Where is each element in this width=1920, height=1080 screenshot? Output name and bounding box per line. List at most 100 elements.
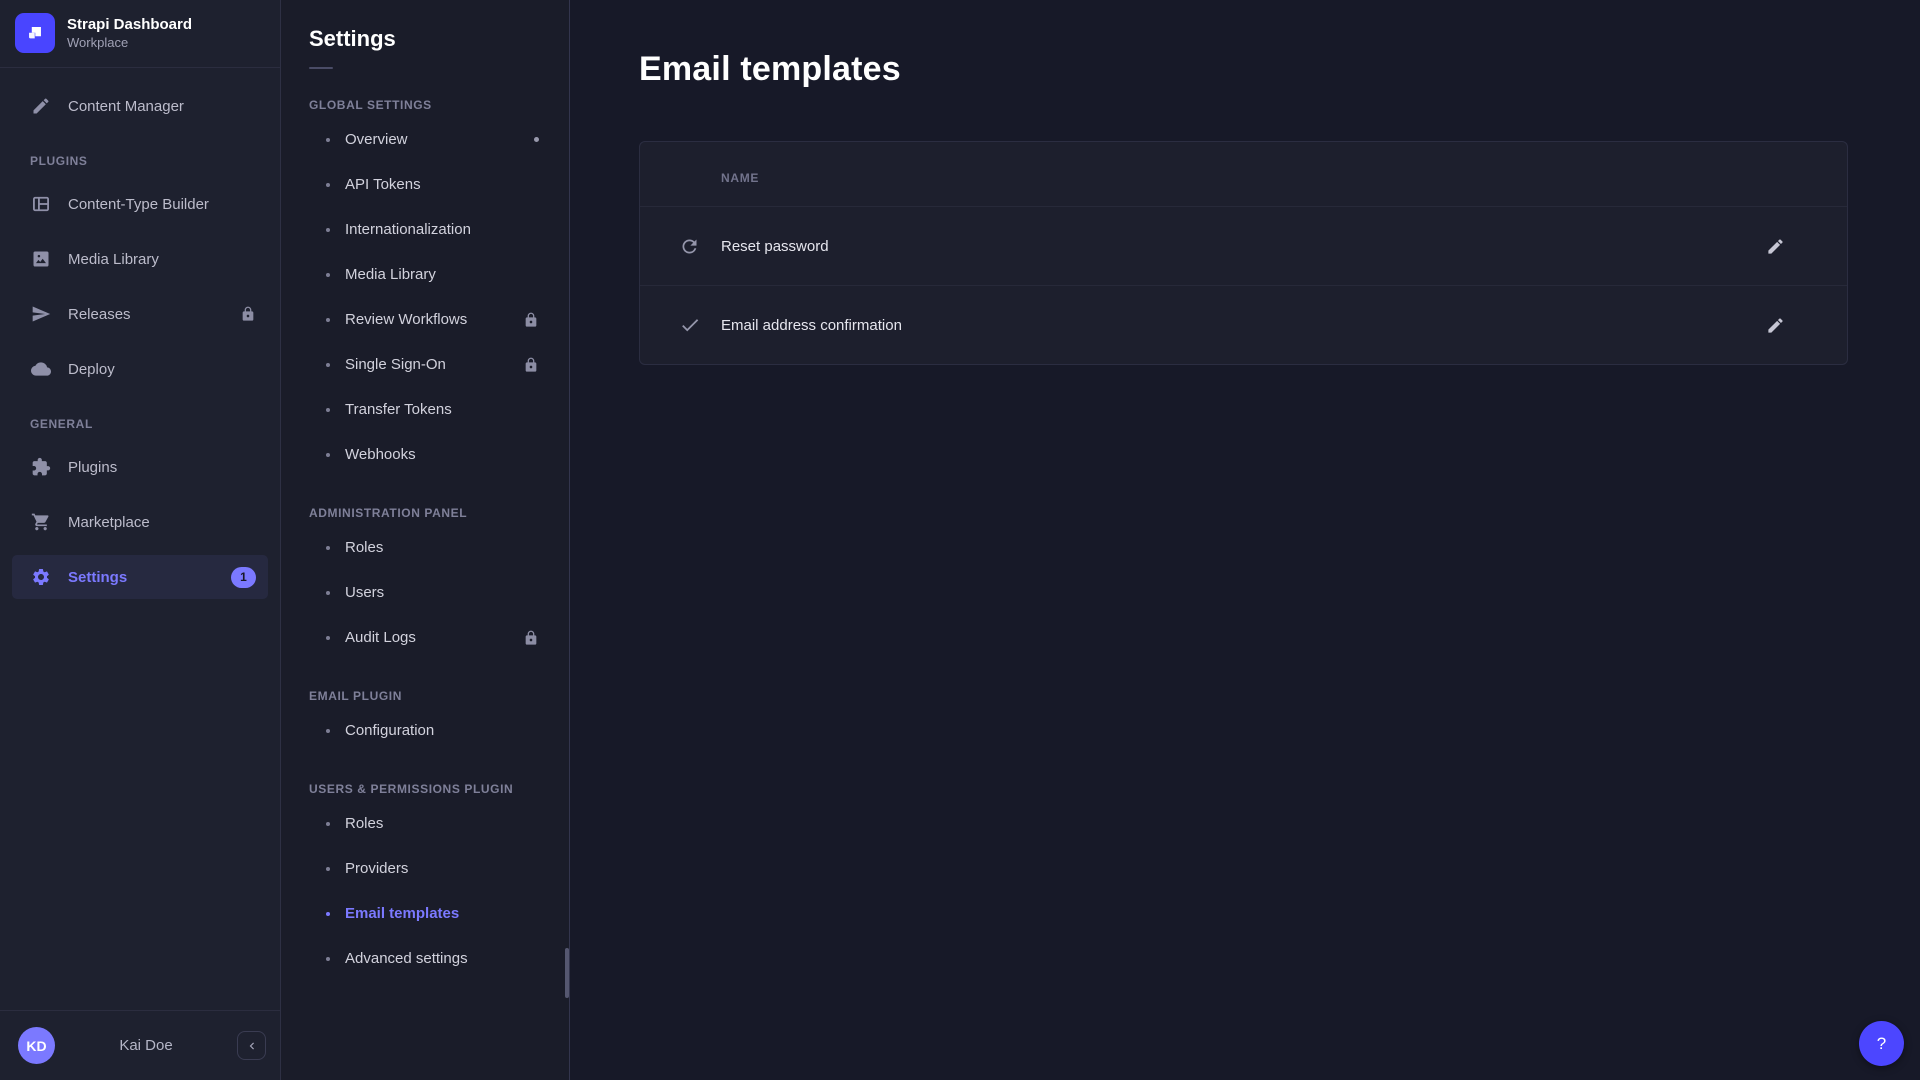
- subnav-item-label: Internationalization: [345, 221, 539, 238]
- subnav-item-label: Single Sign-On: [345, 356, 523, 373]
- subnav-section-global-settings: Global settings: [309, 98, 569, 112]
- help-button[interactable]: ?: [1859, 1021, 1904, 1066]
- main-sidebar: Strapi Dashboard Workplace Content Manag…: [0, 0, 281, 1080]
- pencil-icon: [1766, 237, 1785, 256]
- subnav-scrollbar-thumb[interactable]: [565, 948, 569, 998]
- nav-item-label: Media Library: [68, 251, 256, 268]
- subnav-item-label: Configuration: [345, 722, 539, 739]
- bullet-icon: [326, 228, 330, 232]
- lock-icon: [523, 312, 539, 328]
- subnav-item-email-templates[interactable]: Email templates: [281, 891, 569, 936]
- subnav-item-advanced-settings[interactable]: Advanced settings: [281, 936, 569, 981]
- gear-icon: [30, 566, 52, 588]
- bullet-icon: [326, 318, 330, 322]
- image-icon: [30, 248, 52, 270]
- settings-subnav: Settings Global settings Overview API To…: [281, 0, 570, 1080]
- sidebar-footer: KD Kai Doe: [0, 1010, 280, 1080]
- paper-plane-icon: [30, 303, 52, 325]
- nav-item-label: Marketplace: [68, 514, 256, 531]
- subnav-item-media-library[interactable]: Media Library: [281, 252, 569, 297]
- edit-email-confirmation-button[interactable]: [1761, 311, 1789, 339]
- subnav-item-label: Providers: [345, 860, 539, 877]
- bullet-icon: [326, 408, 330, 412]
- subnav-item-label: Media Library: [345, 266, 539, 283]
- question-mark-icon: ?: [1877, 1034, 1886, 1054]
- bullet-icon: [326, 363, 330, 367]
- bullet-icon: [326, 546, 330, 550]
- check-icon: [678, 314, 701, 337]
- bullet-icon: [326, 867, 330, 871]
- subnav-item-transfer-tokens[interactable]: Transfer Tokens: [281, 387, 569, 432]
- edit-reset-password-button[interactable]: [1761, 232, 1789, 260]
- subnav-item-review-workflows[interactable]: Review Workflows: [281, 297, 569, 342]
- table-row-email-address-confirmation[interactable]: Email address confirmation: [640, 286, 1847, 364]
- main-nav-list: Content Manager Plugins Content-Type Bui…: [0, 68, 280, 610]
- puzzle-icon: [30, 456, 52, 478]
- subnav-item-label: Transfer Tokens: [345, 401, 539, 418]
- cart-icon: [30, 511, 52, 533]
- main-content: Email templates NAME Reset password Emai…: [570, 0, 1920, 1080]
- bullet-icon: [326, 729, 330, 733]
- subnav-item-up-roles[interactable]: Roles: [281, 801, 569, 846]
- subnav-item-label: Review Workflows: [345, 311, 523, 328]
- nav-item-label: Settings: [68, 569, 231, 586]
- nav-item-label: Content-Type Builder: [68, 196, 256, 213]
- subnav-title: Settings: [309, 26, 569, 52]
- subnav-item-admin-roles[interactable]: Roles: [281, 525, 569, 570]
- subnav-item-label: API Tokens: [345, 176, 539, 193]
- subnav-item-api-tokens[interactable]: API Tokens: [281, 162, 569, 207]
- subnav-section-email-plugin: Email plugin: [309, 689, 569, 703]
- avatar[interactable]: KD: [18, 1027, 55, 1064]
- subnav-item-label: Roles: [345, 815, 539, 832]
- nav-item-deploy[interactable]: Deploy: [12, 347, 268, 391]
- subnav-item-label: Audit Logs: [345, 629, 523, 646]
- pencil-square-icon: [30, 95, 52, 117]
- bullet-icon: [326, 957, 330, 961]
- nav-item-settings[interactable]: Settings 1: [12, 555, 268, 599]
- subnav-item-audit-logs[interactable]: Audit Logs: [281, 615, 569, 660]
- lock-icon: [240, 306, 256, 322]
- subnav-item-configuration[interactable]: Configuration: [281, 708, 569, 753]
- pencil-icon: [1766, 316, 1785, 335]
- nav-item-plugins[interactable]: Plugins: [12, 445, 268, 489]
- nav-section-plugins: Plugins: [30, 154, 268, 168]
- subnav-item-label: Users: [345, 584, 539, 601]
- lock-icon: [523, 630, 539, 646]
- template-name: Reset password: [721, 238, 1761, 255]
- collapse-sidebar-button[interactable]: [237, 1031, 266, 1060]
- nav-item-label: Plugins: [68, 459, 256, 476]
- subnav-item-label: Webhooks: [345, 446, 539, 463]
- subnav-item-admin-users[interactable]: Users: [281, 570, 569, 615]
- subnav-item-providers[interactable]: Providers: [281, 846, 569, 891]
- bullet-icon: [326, 822, 330, 826]
- subnav-item-label: Email templates: [345, 905, 539, 922]
- subnav-section-administration-panel: Administration panel: [309, 506, 569, 520]
- bullet-icon: [326, 912, 330, 916]
- nav-item-releases[interactable]: Releases: [12, 292, 268, 336]
- nav-item-content-manager[interactable]: Content Manager: [12, 84, 268, 128]
- nav-item-marketplace[interactable]: Marketplace: [12, 500, 268, 544]
- table-row-reset-password[interactable]: Reset password: [640, 207, 1847, 285]
- page-title: Email templates: [639, 50, 1850, 89]
- nav-item-content-type-builder[interactable]: Content-Type Builder: [12, 182, 268, 226]
- subnav-item-label: Roles: [345, 539, 539, 556]
- bullet-icon: [326, 183, 330, 187]
- strapi-logo-icon: [15, 13, 55, 53]
- refresh-icon: [678, 235, 701, 258]
- bullet-icon: [326, 591, 330, 595]
- cloud-icon: [30, 358, 52, 380]
- chevron-left-icon: [245, 1039, 259, 1053]
- notification-dot-icon: [534, 137, 539, 142]
- workspace-brand[interactable]: Strapi Dashboard Workplace: [0, 0, 280, 67]
- nav-item-media-library[interactable]: Media Library: [12, 237, 268, 281]
- template-name: Email address confirmation: [721, 317, 1761, 334]
- subnav-item-label: Overview: [345, 131, 534, 148]
- table-column-header-name: NAME: [640, 142, 1847, 206]
- subnav-item-webhooks[interactable]: Webhooks: [281, 432, 569, 477]
- subnav-item-internationalization[interactable]: Internationalization: [281, 207, 569, 252]
- bullet-icon: [326, 273, 330, 277]
- subnav-item-overview[interactable]: Overview: [281, 117, 569, 162]
- user-name: Kai Doe: [55, 1037, 237, 1054]
- subnav-item-single-sign-on[interactable]: Single Sign-On: [281, 342, 569, 387]
- subnav-item-label: Advanced settings: [345, 950, 539, 967]
